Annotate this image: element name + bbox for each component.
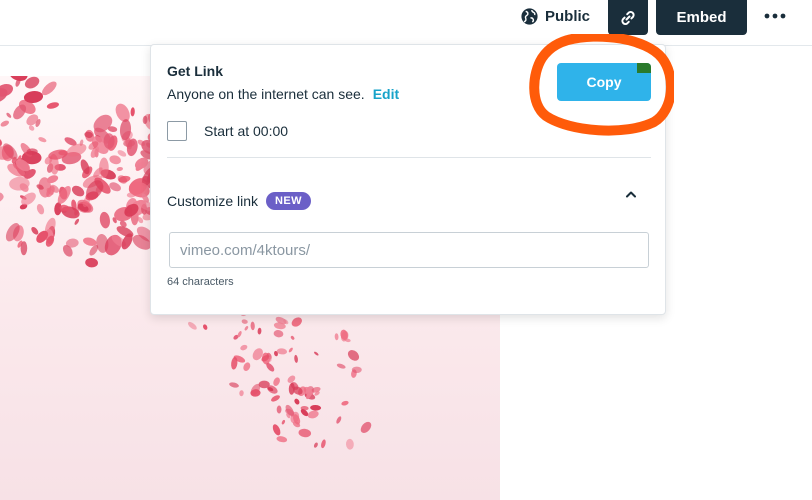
- get-link-popover: Get Link Anyone on the internet can see.…: [150, 44, 666, 315]
- new-badge: NEW: [266, 192, 311, 210]
- character-count: 64 characters: [167, 276, 234, 288]
- visibility-description: Anyone on the internet can see. Edit: [167, 86, 399, 102]
- more-horizontal-icon: [764, 13, 786, 19]
- petal: [99, 211, 110, 229]
- link-icon: [621, 10, 635, 25]
- petal: [341, 400, 349, 406]
- petal: [0, 84, 14, 97]
- petal: [347, 350, 360, 361]
- petal: [6, 112, 12, 118]
- petal: [336, 416, 342, 424]
- petal: [291, 317, 302, 327]
- petal: [273, 377, 280, 386]
- start-at-checkbox[interactable]: [167, 121, 187, 141]
- petal: [334, 333, 339, 341]
- petal: [310, 404, 322, 411]
- petal: [298, 428, 312, 438]
- petal: [271, 395, 280, 402]
- public-label: Public: [545, 7, 591, 25]
- start-at-label: Start at 00:00: [204, 123, 289, 139]
- petal: [276, 405, 282, 414]
- petal: [294, 398, 300, 405]
- petal: [115, 103, 130, 122]
- petal: [272, 424, 281, 436]
- petal: [36, 204, 45, 215]
- petal: [351, 366, 362, 373]
- start-at-row: Start at 00:00: [167, 121, 288, 141]
- visibility-text: Anyone on the internet can see.: [167, 86, 365, 102]
- petal: [28, 125, 35, 131]
- get-link-button[interactable]: [608, 0, 648, 35]
- petal: [117, 175, 128, 184]
- petal: [276, 348, 288, 355]
- custom-url-input[interactable]: [169, 232, 649, 268]
- embed-button[interactable]: Embed: [656, 0, 747, 35]
- petal: [294, 354, 298, 363]
- petal: [229, 382, 239, 388]
- privacy-public-button[interactable]: Public: [520, 4, 590, 28]
- globe-icon: [521, 7, 538, 25]
- divider: [167, 157, 651, 158]
- petal: [288, 347, 293, 353]
- petal: [85, 257, 98, 268]
- top-bar: Public Embed: [0, 0, 812, 46]
- petal: [273, 330, 284, 338]
- petal: [244, 326, 249, 331]
- customize-link-row: Customize link NEW: [167, 192, 311, 210]
- petal: [321, 439, 326, 449]
- petal: [345, 438, 354, 450]
- petal: [281, 419, 286, 425]
- petal: [38, 137, 47, 143]
- petal: [314, 351, 319, 356]
- petal: [46, 102, 59, 109]
- petal: [313, 442, 318, 448]
- petal: [103, 133, 115, 149]
- petal: [276, 436, 288, 443]
- petal: [187, 321, 197, 330]
- petal: [0, 191, 4, 204]
- petal: [243, 362, 251, 371]
- petal: [360, 421, 372, 433]
- chevron-up-icon[interactable]: [623, 186, 639, 202]
- petal: [307, 410, 319, 419]
- petal: [31, 226, 39, 235]
- petal: [0, 120, 9, 127]
- petal: [203, 324, 208, 330]
- edit-privacy-link[interactable]: Edit: [373, 86, 399, 102]
- more-options-button[interactable]: [760, 4, 790, 28]
- petal: [257, 327, 262, 335]
- petal: [109, 155, 121, 165]
- petal: [241, 319, 248, 324]
- petal: [290, 335, 295, 340]
- customize-link-label: Customize link: [167, 193, 259, 209]
- petal: [0, 201, 2, 213]
- petal: [74, 218, 80, 225]
- petal: [336, 363, 346, 369]
- popover-title: Get Link: [167, 63, 224, 79]
- petal: [240, 344, 248, 351]
- copy-button[interactable]: Copy: [557, 63, 651, 101]
- petal: [130, 107, 135, 117]
- petal: [239, 390, 244, 397]
- petal: [116, 166, 123, 172]
- petal: [250, 321, 255, 331]
